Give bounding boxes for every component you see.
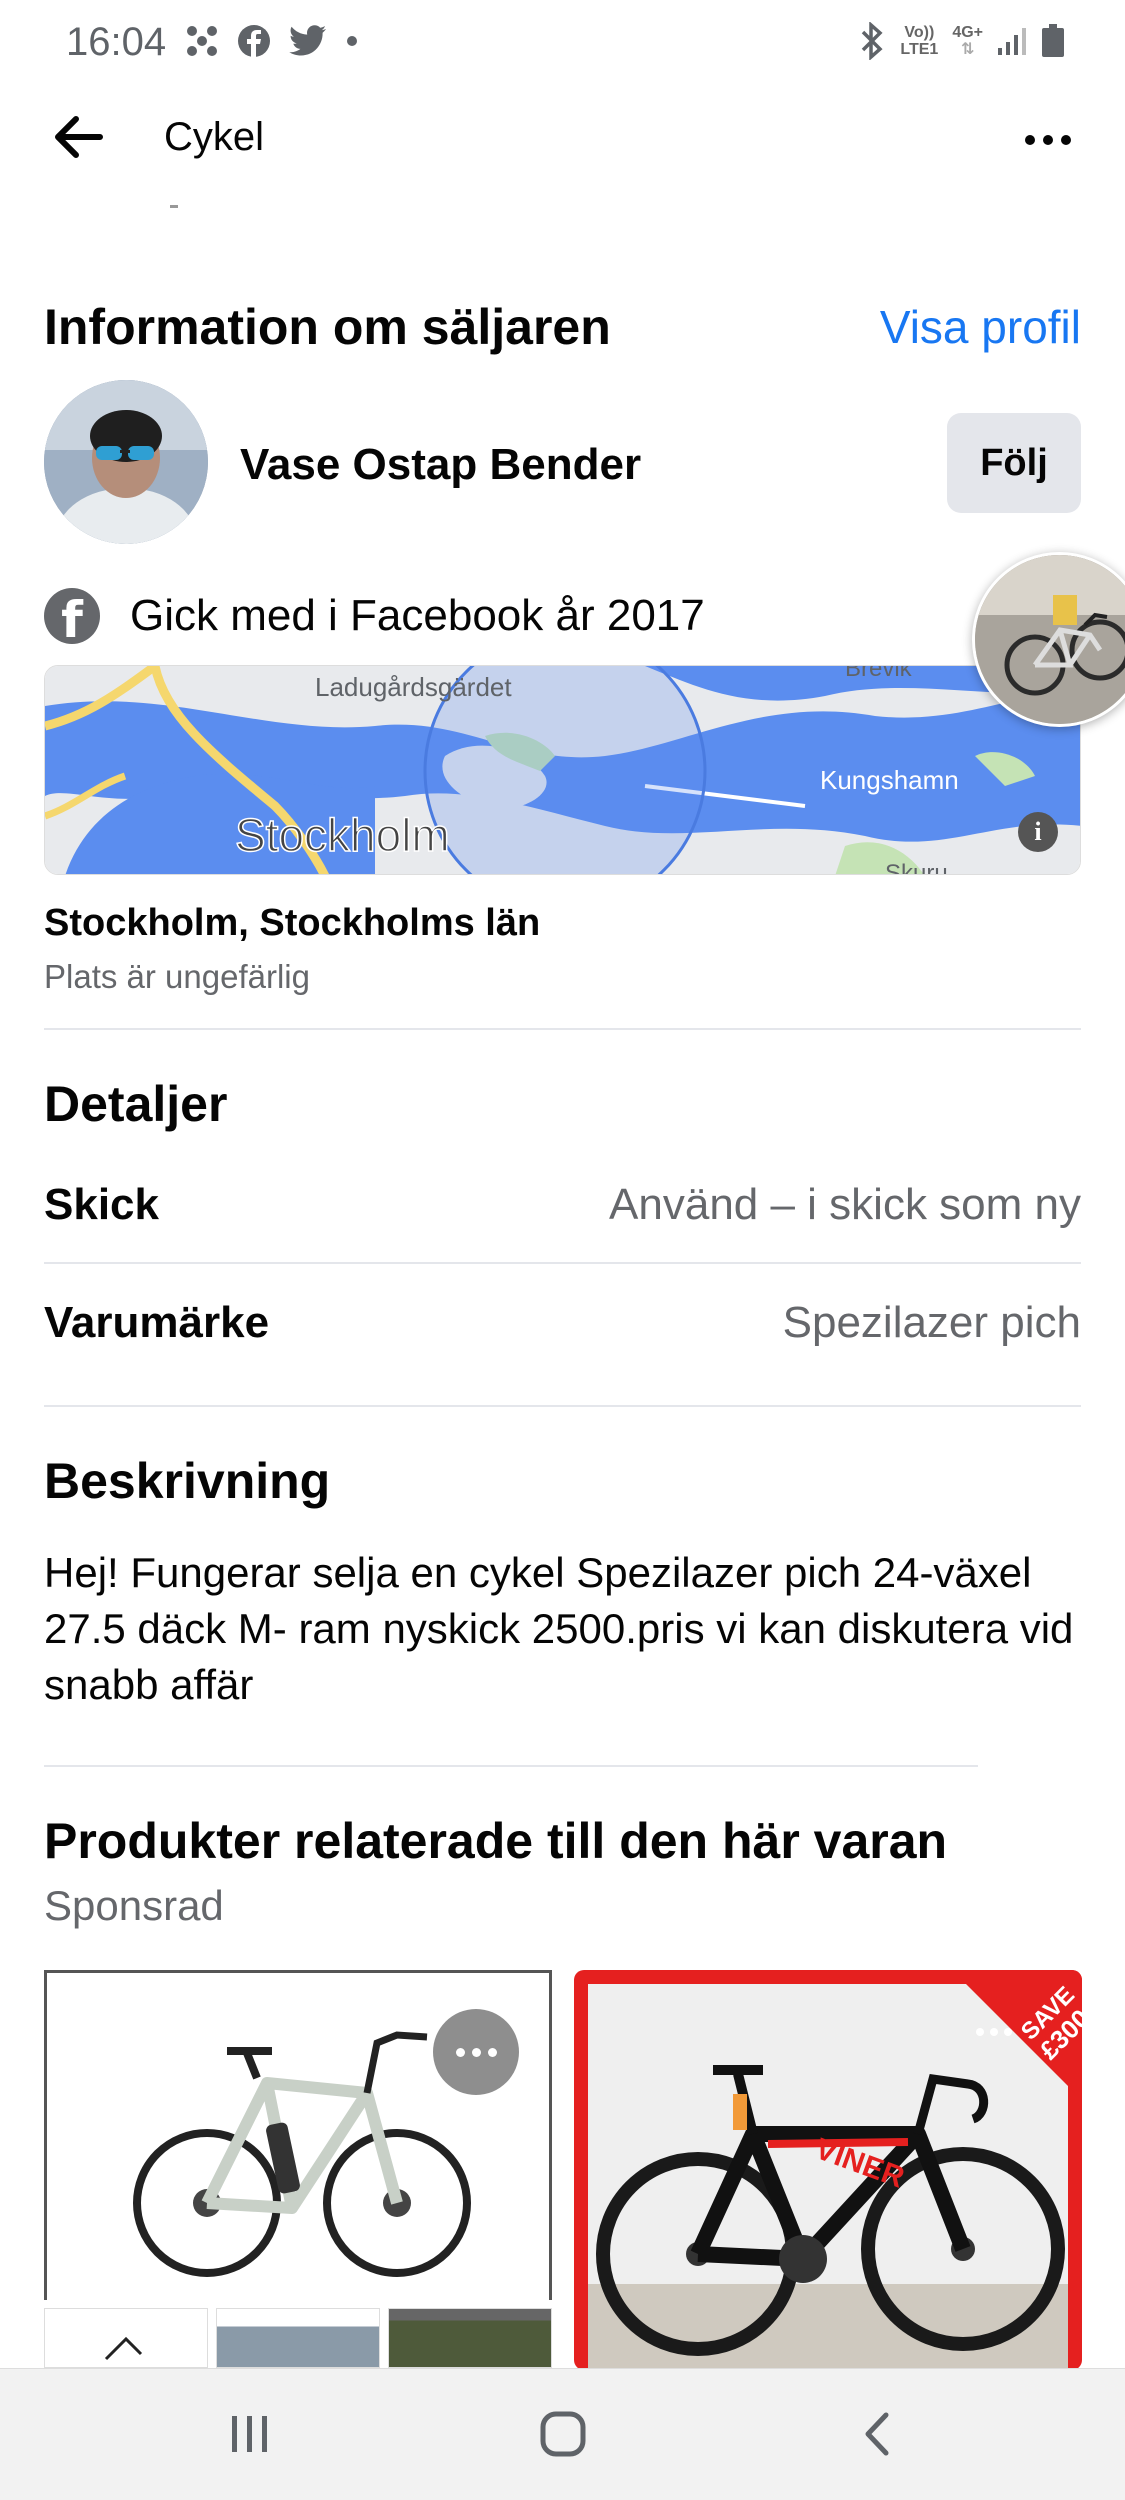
- map-label-area1: Ladugårdsgärdet: [315, 672, 512, 702]
- row-divider: [44, 1262, 1081, 1264]
- card-more-button[interactable]: [976, 2028, 1012, 2036]
- description-heading: Beskrivning: [44, 1453, 331, 1509]
- description-text: Hej! Fungerar selja en cykel Spezilazer …: [44, 1549, 1074, 1708]
- volte-indicator: Vo)) LTE1: [900, 24, 939, 58]
- seller-info-heading: Information om säljaren: [44, 299, 611, 355]
- more-options-button[interactable]: [1013, 115, 1083, 165]
- map-label-city: Stockholm: [235, 809, 450, 861]
- twitter-notification-icon: [289, 25, 326, 56]
- save-badge: SAVE £300: [952, 1970, 1082, 2100]
- network-type-indicator: 4G+ ⇅: [952, 24, 983, 58]
- thumbnail-3[interactable]: [388, 2308, 552, 2368]
- seller-name[interactable]: Vase Ostap Bender: [240, 440, 641, 490]
- hub-app-icon: [187, 26, 217, 56]
- seller-avatar[interactable]: [44, 380, 208, 544]
- section-divider: [44, 1028, 1081, 1030]
- facebook-icon: f: [44, 588, 100, 644]
- location-note: Plats är ungefärlig: [44, 958, 310, 995]
- status-time: 16:04: [66, 20, 167, 64]
- system-navigation-bar: [0, 2368, 1125, 2500]
- detail-value-condition: Använd – i skick som ny: [609, 1180, 1081, 1229]
- map-graphic: Ladugårdsgärdet Brevik Kungshamn Stockho…: [45, 666, 1080, 875]
- back-nav-button[interactable]: [838, 2399, 918, 2469]
- avatar-photo: [44, 380, 208, 544]
- product-thumbnails: [44, 2308, 552, 2368]
- joined-facebook-row: f Gick med i Facebook år 2017: [44, 588, 705, 644]
- related-products-heading: Produkter relaterade till den här varan: [44, 1813, 948, 1869]
- home-icon: [540, 2411, 586, 2457]
- system-icons: Vo)) LTE1 4G+ ⇅: [858, 22, 1065, 60]
- section-divider: [44, 1405, 1081, 1407]
- battery-icon: [1042, 24, 1064, 57]
- view-profile-link[interactable]: Visa profil: [880, 300, 1081, 354]
- bicycle-thumbnail: [975, 555, 1125, 724]
- app-bar: Cykel: [0, 95, 1125, 185]
- more-horizontal-icon: [1025, 135, 1071, 145]
- location-name: Stockholm, Stockholms län: [44, 902, 541, 944]
- map-label-area4: Skuru: [885, 860, 948, 875]
- related-product-card[interactable]: VINER SAVE £300: [574, 1970, 1082, 2370]
- detail-label-brand: Varumärke: [44, 1298, 270, 1347]
- map-info-icon[interactable]: i: [1018, 812, 1058, 852]
- more-notifications-dot-icon: [347, 36, 357, 46]
- follow-button[interactable]: Följ: [947, 413, 1081, 513]
- related-product-card[interactable]: [44, 1970, 552, 2300]
- map-label-area3: Kungshamn: [820, 765, 959, 795]
- location-map[interactable]: Ladugårdsgärdet Brevik Kungshamn Stockho…: [44, 665, 1081, 875]
- chevron-left-icon: [865, 2412, 889, 2456]
- section-divider: [44, 1765, 978, 1767]
- arrow-left-icon: [55, 116, 103, 158]
- card-more-button[interactable]: [433, 2009, 519, 2095]
- facebook-notification-icon: [238, 25, 270, 57]
- signal-icon: [998, 28, 1026, 55]
- thumbnail-2[interactable]: [216, 2308, 380, 2368]
- notification-icons: [185, 24, 359, 58]
- recent-apps-button[interactable]: [210, 2399, 290, 2469]
- scroll-remnant: [170, 205, 178, 208]
- detail-value-brand: Spezilazer pich: [782, 1298, 1081, 1347]
- map-label-area2: Brevik: [845, 666, 913, 682]
- details-heading: Detaljer: [44, 1076, 228, 1132]
- detail-label-condition: Skick: [44, 1180, 159, 1229]
- back-button[interactable]: [52, 113, 112, 163]
- recent-apps-icon: [232, 2416, 267, 2452]
- page-title: Cykel: [164, 115, 265, 159]
- sponsored-label: Sponsrad: [44, 1882, 224, 1929]
- status-bar: 16:04 Vo)) LTE1 4G+ ⇅: [0, 0, 1125, 90]
- home-button[interactable]: [523, 2399, 603, 2469]
- thumbnail-1[interactable]: [44, 2308, 208, 2368]
- joined-facebook-text: Gick med i Facebook år 2017: [130, 591, 705, 640]
- bluetooth-icon: [862, 22, 883, 60]
